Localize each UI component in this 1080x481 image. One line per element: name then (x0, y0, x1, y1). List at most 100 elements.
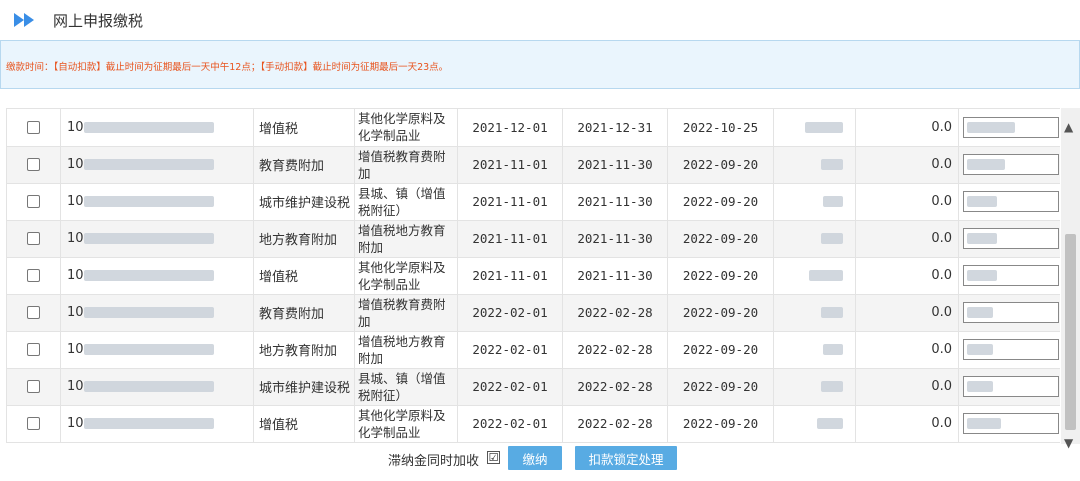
late-fee-checkbox[interactable]: ☑ (487, 451, 500, 464)
period-start: 2022-02-01 (457, 294, 563, 332)
table-row: 10 增值税 其他化学原料及化学制品业 2021-12-01 2021-12-3… (6, 109, 1060, 147)
payment-amount-input[interactable] (963, 116, 1059, 138)
tax-amount (773, 220, 856, 258)
deduction-lock-button[interactable]: 扣款锁定处理 (575, 446, 677, 470)
table-scrollbar[interactable]: ▲ ▼ (1061, 108, 1080, 450)
redacted-value (967, 270, 997, 281)
table-row: 10 地方教育附加 增值税地方教育附加 2022-02-01 2022-02-2… (6, 331, 1060, 369)
redacted-value (967, 344, 993, 355)
row-checkbox[interactable] (27, 269, 40, 282)
row-checkbox[interactable] (27, 417, 40, 430)
paid-amount: 0.0 (855, 183, 959, 221)
paid-amount: 0.0 (855, 331, 959, 369)
period-start: 2022-02-01 (457, 405, 563, 443)
redacted-value (817, 418, 843, 429)
payment-amount-input[interactable] (963, 413, 1059, 434)
redacted-value (823, 344, 843, 355)
payment-amount-cell (958, 220, 1060, 258)
payment-deadline: 2022-09-20 (667, 405, 774, 443)
payment-deadline: 2022-09-20 (667, 257, 774, 295)
period-start: 2021-11-01 (457, 220, 563, 258)
redacted-value (821, 233, 843, 244)
payment-deadline: 2022-09-20 (667, 331, 774, 369)
voucher-prefix: 10 (67, 379, 84, 394)
paid-amount: 0.0 (855, 109, 959, 147)
redacted-value (83, 307, 214, 318)
redacted-value (83, 270, 214, 281)
payment-amount-input[interactable] (963, 228, 1059, 249)
redacted-value (967, 159, 1005, 170)
tax-amount (773, 109, 856, 147)
paid-amount: 0.0 (855, 220, 959, 258)
tax-item: 县城、镇（增值税附征） (354, 183, 458, 221)
payment-amount-input[interactable] (963, 191, 1059, 212)
period-start: 2022-02-01 (457, 368, 563, 406)
row-checkbox[interactable] (27, 158, 40, 171)
notice-text: 缴款时间：【自动扣款】截止时间为征期最后一天中午12点；【手动扣款】截止时间为征… (6, 62, 449, 73)
redacted-value (967, 307, 993, 318)
payment-deadline: 2022-09-20 (667, 294, 774, 332)
redacted-value (805, 121, 843, 133)
payment-amount-input[interactable] (963, 154, 1059, 175)
tax-amount (773, 294, 856, 332)
row-checkbox[interactable] (27, 380, 40, 393)
redacted-value (967, 381, 993, 392)
payment-deadline: 2022-10-25 (667, 109, 774, 147)
paid-amount: 0.0 (855, 405, 959, 443)
redacted-value (83, 418, 214, 429)
period-end: 2022-02-28 (562, 405, 668, 443)
table-row: 10 增值税 其他化学原料及化学制品业 2021-11-01 2021-11-3… (6, 257, 1060, 295)
row-select-cell (6, 109, 61, 147)
payment-amount-cell (958, 294, 1060, 332)
scroll-thumb[interactable] (1065, 234, 1076, 430)
period-end: 2021-11-30 (562, 146, 668, 184)
period-start: 2021-11-01 (457, 146, 563, 184)
voucher-number: 10 (60, 220, 254, 258)
redacted-value (821, 381, 843, 392)
pay-button[interactable]: 缴纳 (508, 446, 562, 470)
payment-time-notice: 缴款时间：【自动扣款】截止时间为征期最后一天中午12点；【手动扣款】截止时间为征… (0, 40, 1080, 89)
tax-item: 增值税教育费附加 (354, 146, 458, 184)
row-checkbox[interactable] (27, 306, 40, 319)
row-checkbox[interactable] (27, 343, 40, 356)
page-header: 网上申报缴税 (0, 0, 1080, 40)
tax-type: 增值税 (253, 257, 355, 295)
page-title: 网上申报缴税 (53, 12, 144, 30)
payment-amount-input[interactable] (963, 265, 1059, 286)
tax-item: 其他化学原料及化学制品业 (354, 257, 458, 295)
tax-amount (773, 368, 856, 406)
tax-item: 增值税地方教育附加 (354, 220, 458, 258)
scroll-up-icon[interactable]: ▲ (1064, 120, 1073, 134)
payment-amount-cell (958, 405, 1060, 443)
payment-amount-input[interactable] (963, 302, 1059, 323)
voucher-number: 10 (60, 405, 254, 443)
tax-item: 增值税教育费附加 (354, 294, 458, 332)
voucher-number: 10 (60, 109, 254, 147)
voucher-prefix: 10 (67, 194, 84, 209)
redacted-value (809, 270, 843, 281)
voucher-prefix: 10 (67, 231, 84, 246)
redacted-value (83, 344, 214, 355)
row-checkbox[interactable] (27, 120, 40, 134)
table-row: 10 教育费附加 增值税教育费附加 2022-02-01 2022-02-28 … (6, 294, 1060, 332)
redacted-value (967, 196, 997, 207)
tax-item: 其他化学原料及化学制品业 (354, 405, 458, 443)
payment-amount-input[interactable] (963, 339, 1059, 360)
row-checkbox[interactable] (27, 232, 40, 245)
tax-item: 增值税地方教育附加 (354, 331, 458, 369)
row-checkbox[interactable] (27, 195, 40, 208)
payment-amount-input[interactable] (963, 376, 1059, 397)
period-end: 2021-11-30 (562, 257, 668, 295)
tax-amount (773, 146, 856, 184)
tax-item: 县城、镇（增值税附征） (354, 368, 458, 406)
redacted-value (967, 418, 1001, 429)
tax-payment-table: 10 增值税 其他化学原料及化学制品业 2021-12-01 2021-12-3… (6, 108, 1060, 444)
row-select-cell (6, 294, 61, 332)
period-start: 2021-11-01 (457, 257, 563, 295)
tax-type: 增值税 (253, 405, 355, 443)
payment-amount-cell (958, 146, 1060, 184)
voucher-prefix: 10 (67, 416, 84, 431)
tax-item: 其他化学原料及化学制品业 (354, 109, 458, 147)
payment-amount-cell (958, 257, 1060, 295)
redacted-value (967, 121, 1015, 133)
